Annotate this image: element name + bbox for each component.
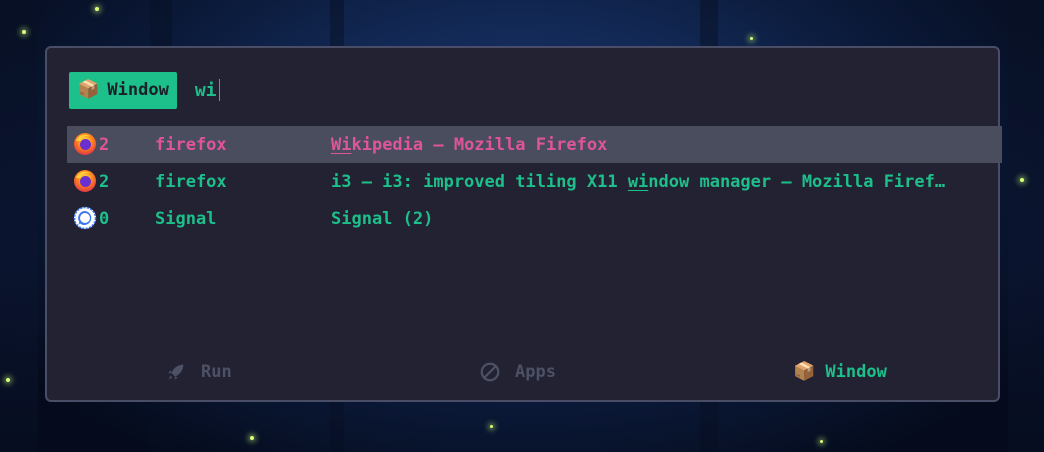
ban-icon	[480, 362, 500, 382]
mode-apps-label: Apps	[515, 362, 556, 382]
results-list: 2 firefox Wikipedia — Mozilla Firefox 2 …	[67, 126, 1002, 237]
title-text: kipedia — Mozilla Firefox	[351, 134, 608, 155]
workspace-number: 2	[99, 134, 110, 155]
window-title: Signal (2)	[331, 208, 434, 229]
signal-icon	[73, 206, 97, 230]
workspace-number: 2	[99, 171, 110, 192]
firefox-icon	[74, 170, 96, 192]
package-icon: 📦	[793, 361, 816, 382]
match-highlight: Wi	[331, 134, 352, 155]
search-input[interactable]: wi	[194, 79, 221, 101]
title-text: ndow manager — Mozilla Firef…	[648, 171, 946, 192]
mode-switcher: Run Apps 📦 Window	[47, 354, 998, 390]
window-class: firefox	[155, 134, 227, 155]
search-bar[interactable]: 📦 Window wi	[69, 70, 221, 110]
text-cursor	[218, 79, 221, 101]
window-class: firefox	[155, 171, 227, 192]
match-highlight: wi	[627, 171, 649, 192]
window-class: Signal	[155, 208, 217, 229]
mode-run-label: Run	[201, 362, 232, 382]
launcher-window: 📦 Window wi 2 firefox Wikipedia — Mozill…	[45, 46, 1002, 402]
list-item[interactable]: 2 firefox i3 — i3: improved tiling X11 w…	[67, 163, 1002, 200]
mode-run-button[interactable]: Run	[165, 354, 232, 390]
package-icon: 📦	[77, 79, 100, 100]
list-item[interactable]: 2 firefox Wikipedia — Mozilla Firefox	[67, 126, 1002, 163]
mode-window-button[interactable]: 📦 Window	[793, 354, 887, 390]
list-item[interactable]: 0 Signal Signal (2)	[67, 200, 1002, 237]
mode-badge: 📦 Window	[69, 71, 177, 109]
window-title: Wikipedia — Mozilla Firefox	[331, 135, 998, 155]
mode-apps-button[interactable]: Apps	[479, 354, 556, 390]
search-query: wi	[194, 79, 217, 101]
mode-badge-label: Window	[107, 80, 169, 100]
workspace-number: 0	[99, 208, 110, 229]
window-title: i3 — i3: improved tiling X11 window mana…	[331, 172, 998, 192]
rocket-icon	[168, 364, 184, 380]
mode-window-label: Window	[825, 362, 887, 382]
title-text: i3 — i3: improved tiling X11	[331, 171, 628, 192]
firefox-icon	[74, 133, 96, 155]
